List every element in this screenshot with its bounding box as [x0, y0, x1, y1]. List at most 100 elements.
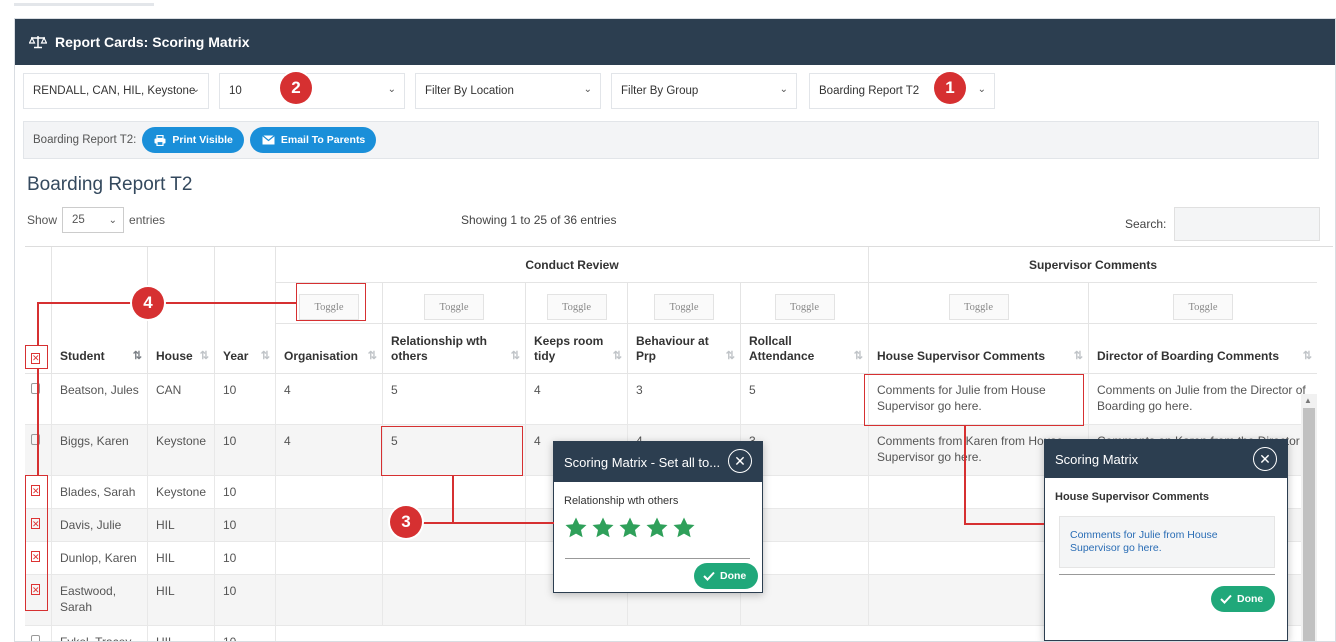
column-year[interactable]: Year ⇅ [215, 324, 276, 374]
callout-line [964, 426, 966, 524]
column-director[interactable]: Director of Boarding Comments ⇅ [1089, 324, 1317, 374]
comment-popup-label: House Supervisor Comments [1055, 491, 1210, 503]
close-icon[interactable]: ✕ [1253, 447, 1277, 471]
search-input[interactable] [1174, 207, 1321, 241]
toggle-rollcall-button[interactable]: Toggle [774, 294, 835, 320]
toggle-cell: Toggle [526, 283, 628, 324]
close-icon[interactable]: ✕ [728, 449, 752, 473]
callout-badge-4: 4 [132, 287, 164, 319]
column-house[interactable]: House ⇅ [148, 324, 215, 374]
filter-bar: RENDALL, CAN, HIL, Keystone ⌄ 10 ⌄ Filte… [23, 73, 1323, 113]
scoring-matrix-panel: Report Cards: Scoring Matrix RENDALL, CA… [14, 18, 1336, 642]
table-info: Showing 1 to 25 of 36 entries [461, 213, 617, 227]
year-filter-value: 10 [229, 85, 242, 97]
cell-student: Eastwood, Sarah [52, 575, 148, 626]
cell-relationship[interactable]: 5 [383, 374, 526, 425]
cell-house: CAN [148, 374, 215, 425]
cell-director-comment[interactable]: Comments on Julie from the Director of B… [1089, 374, 1317, 425]
cell-relationship[interactable] [383, 476, 526, 509]
cell-organisation[interactable]: 4 [276, 374, 383, 425]
sort-icon: ⇅ [199, 350, 209, 362]
cell-student: Beatson, Jules [52, 374, 148, 425]
cell-year: 10 [215, 509, 276, 542]
set-all-done-label: Done [720, 570, 747, 582]
star-icon[interactable] [646, 517, 668, 538]
group-filter-select[interactable]: Filter By Group ⌄ [611, 73, 797, 109]
star-rating[interactable] [554, 507, 762, 541]
cell-organisation[interactable] [276, 509, 383, 542]
star-icon[interactable] [592, 517, 614, 538]
column-organisation-label: Organisation [284, 349, 359, 363]
column-organisation[interactable]: Organisation ⇅ [276, 324, 383, 374]
toggle-keeps-room-button[interactable]: Toggle [546, 294, 607, 320]
student-filter-select[interactable]: RENDALL, CAN, HIL, Keystone ⌄ [23, 73, 209, 109]
chevron-down-icon: ⌄ [191, 84, 200, 95]
cell-house: HIL [148, 626, 215, 641]
cell-organisation[interactable] [276, 476, 383, 509]
star-icon[interactable] [619, 517, 641, 538]
row-checkbox[interactable] [31, 383, 40, 394]
callout-highlight-selected-rows [25, 475, 48, 611]
set-all-done-button[interactable]: Done [694, 563, 759, 589]
column-rollcall[interactable]: Rollcall Attendance ⇅ [741, 324, 869, 374]
popup-divider [1059, 574, 1275, 575]
cell-year: 10 [215, 626, 276, 641]
column-house-supervisor[interactable]: House Supervisor Comments ⇅ [869, 324, 1089, 374]
comment-popup-header: Scoring Matrix ✕ [1045, 440, 1287, 478]
scroll-up-icon[interactable]: ▲ [1304, 396, 1312, 405]
entries-label: entries [129, 213, 166, 227]
cell-organisation[interactable]: 4 [276, 425, 383, 476]
callout-highlight-select-all [25, 345, 48, 369]
email-to-parents-button[interactable]: Email To Parents [249, 127, 377, 153]
callout-badge-2: 2 [280, 72, 312, 104]
toggle-behaviour-button[interactable]: Toggle [654, 294, 714, 320]
cell-relationship[interactable] [383, 575, 526, 626]
callout-line [964, 523, 1044, 525]
print-visible-label: Print Visible [172, 134, 233, 146]
column-behaviour[interactable]: Behaviour at Prp ⇅ [628, 324, 741, 374]
cell-student: Dunlop, Karen [52, 542, 148, 575]
column-keeps-room-label: Keeps room tidy [534, 334, 604, 363]
column-student[interactable]: Student ⇅ [52, 324, 148, 374]
cell-rollcall[interactable]: 5 [741, 374, 869, 425]
comment-textarea-value: Comments for Julie from House Supervisor… [1070, 529, 1218, 554]
toggle-house-supervisor-button[interactable]: Toggle [948, 294, 1009, 320]
entries-select[interactable]: 25 ⌄ [62, 207, 125, 233]
popup-divider [565, 558, 750, 559]
cell-house: Keystone [148, 476, 215, 509]
set-all-popup: Scoring Matrix - Set all to... ✕ Relatio… [553, 441, 763, 593]
column-relationship[interactable]: Relationship wth others ⇅ [383, 324, 526, 374]
student-filter-value: RENDALL, CAN, HIL, Keystone [33, 85, 196, 97]
cell-organisation[interactable] [276, 542, 383, 575]
report-select[interactable]: Boarding Report T2 ⌄ [809, 73, 995, 109]
row-checkbox[interactable] [31, 635, 40, 641]
column-keeps-room[interactable]: Keeps room tidy ⇅ [526, 324, 628, 374]
location-filter-select[interactable]: Filter By Location ⌄ [415, 73, 601, 109]
header-spacer [215, 247, 276, 324]
check-icon [703, 571, 715, 581]
comment-textarea[interactable]: Comments for Julie from House Supervisor… [1059, 516, 1275, 568]
column-relationship-label: Relationship wth others [391, 334, 487, 363]
scrollbar-thumb[interactable] [1303, 408, 1315, 641]
year-filter-select[interactable]: 10 ⌄ [219, 73, 405, 109]
row-select-cell [25, 425, 52, 476]
envelope-icon [261, 135, 275, 145]
print-visible-button[interactable]: Print Visible [142, 127, 244, 153]
set-all-popup-label: Relationship wth others [564, 495, 679, 507]
cell-organisation[interactable] [276, 575, 383, 626]
toggle-director-button[interactable]: Toggle [1173, 294, 1233, 320]
show-label: Show [27, 213, 58, 227]
cell-house: Keystone [148, 425, 215, 476]
cell-behaviour[interactable]: 3 [628, 374, 741, 425]
set-all-popup-header: Scoring Matrix - Set all to... ✕ [554, 442, 762, 482]
star-icon[interactable] [673, 517, 695, 538]
star-icon[interactable] [565, 517, 587, 538]
top-strip [14, 3, 154, 6]
comment-done-button[interactable]: Done [1211, 586, 1276, 612]
table-scrollbar[interactable]: ▲ [1301, 394, 1317, 641]
toggle-relationship-button[interactable]: Toggle [424, 294, 484, 320]
sort-icon: ⇅ [260, 350, 270, 362]
cell-keeps-room[interactable]: 4 [526, 374, 628, 425]
cell-relationship[interactable] [383, 542, 526, 575]
row-checkbox[interactable] [31, 434, 40, 445]
